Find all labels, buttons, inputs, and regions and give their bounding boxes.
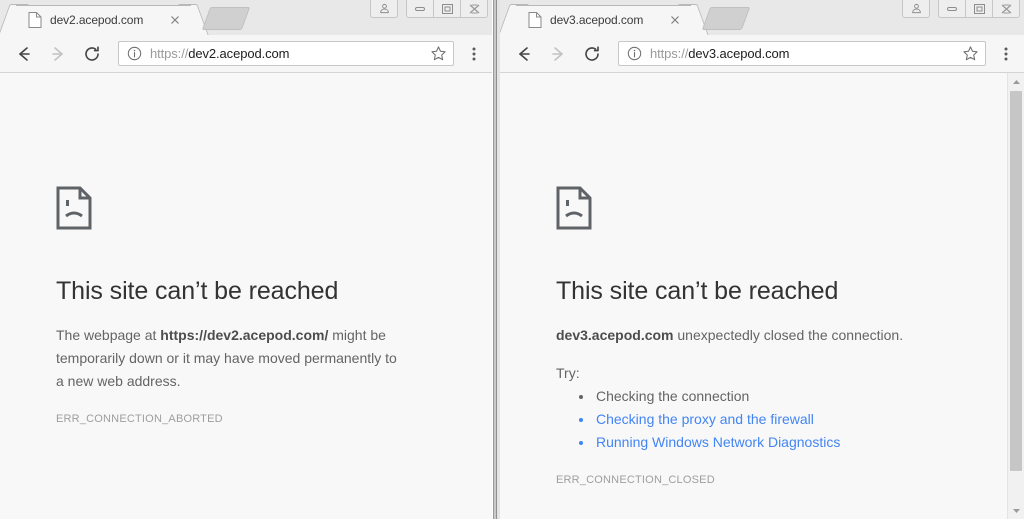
scroll-up-arrow-icon[interactable] <box>1008 73 1024 90</box>
window-controls-right <box>900 0 1020 20</box>
star-icon[interactable] <box>962 45 979 62</box>
sad-page-icon <box>556 186 592 230</box>
close-icon[interactable] <box>167 12 183 28</box>
info-circle-icon[interactable] <box>627 46 643 62</box>
close-window-icon[interactable] <box>992 0 1020 18</box>
tab-dev3[interactable]: dev3.acepod.com <box>516 5 691 35</box>
back-arrow-icon[interactable] <box>10 40 38 68</box>
error-body-url: https://dev2.acepod.com/ <box>160 327 329 343</box>
error-body-pre: The webpage at <box>56 327 161 343</box>
tab-title: dev2.acepod.com <box>50 13 144 27</box>
list-item[interactable]: Running Windows Network Diagnostics <box>594 431 930 454</box>
page-icon <box>28 12 42 28</box>
forward-arrow-icon <box>544 40 572 68</box>
error-title: This site can’t be reached <box>556 277 839 305</box>
forward-arrow-icon <box>44 40 72 68</box>
window-buttons-group <box>406 0 488 18</box>
toolbar-left: https://dev2.acepod.com <box>0 35 492 73</box>
error-code: ERR_CONNECTION_ABORTED <box>56 413 223 425</box>
scrollbar-thumb[interactable] <box>1010 91 1022 471</box>
window-controls-left <box>368 0 488 20</box>
maximize-icon[interactable] <box>433 0 461 18</box>
error-page-right: This site can’t be reached dev3.acepod.c… <box>500 73 930 486</box>
person-icon[interactable] <box>370 0 398 18</box>
url-host: dev3.acepod.com <box>688 46 790 61</box>
error-page-left: This site can’t be reached The webpage a… <box>0 73 400 425</box>
address-bar-text: https://dev3.acepod.com <box>650 46 956 61</box>
address-bar-text: https://dev2.acepod.com <box>150 46 424 61</box>
toolbar-right: https://dev3.acepod.com <box>500 35 1024 73</box>
tab-title: dev3.acepod.com <box>550 13 644 27</box>
three-dot-menu-icon[interactable] <box>460 40 488 68</box>
reload-icon[interactable] <box>578 40 606 68</box>
tab-strip-right: dev3.acepod.com <box>500 0 1024 35</box>
minimize-icon[interactable] <box>938 0 966 18</box>
error-body: dev3.acepod.com unexpectedly closed the … <box>556 324 930 347</box>
page-content-right: This site can’t be reached dev3.acepod.c… <box>500 73 1024 519</box>
suggestion-link[interactable]: Checking the proxy and the firewall <box>596 411 814 427</box>
error-body: The webpage at https://dev2.acepod.com/ … <box>56 324 400 393</box>
info-circle-icon[interactable] <box>127 46 143 62</box>
tab-strip-left: dev2.acepod.com <box>0 0 492 35</box>
url-scheme: https:// <box>650 46 689 61</box>
error-body-host: dev3.acepod.com <box>556 327 674 343</box>
error-code: ERR_CONNECTION_CLOSED <box>556 474 715 486</box>
window-divider <box>492 0 500 519</box>
url-host: dev2.acepod.com <box>188 46 290 61</box>
scroll-down-arrow-icon[interactable] <box>1008 502 1024 519</box>
error-title: This site can’t be reached <box>56 277 339 305</box>
reload-icon[interactable] <box>78 40 106 68</box>
new-tab-button[interactable] <box>701 7 751 30</box>
browser-window-right: dev3.acepod.com https://dev3.acepod.com … <box>500 0 1024 519</box>
window-buttons-group <box>938 0 1020 18</box>
minimize-icon[interactable] <box>406 0 434 18</box>
address-bar-left[interactable]: https://dev2.acepod.com <box>118 41 454 66</box>
page-content-left: This site can’t be reached The webpage a… <box>0 73 492 519</box>
new-tab-button[interactable] <box>201 7 251 30</box>
list-item: Checking the connection <box>594 385 930 408</box>
three-dot-menu-icon[interactable] <box>992 40 1020 68</box>
tab-top-border <box>516 5 691 6</box>
error-body-post: unexpectedly closed the connection. <box>673 327 904 343</box>
url-scheme: https:// <box>150 46 189 61</box>
star-icon[interactable] <box>430 45 447 62</box>
sad-page-icon <box>56 186 92 230</box>
suggestion-text: Checking the connection <box>596 388 750 404</box>
try-label: Try: <box>556 365 580 381</box>
page-icon <box>528 12 542 28</box>
suggestion-list: Checking the connection Checking the pro… <box>556 385 930 454</box>
tab-dev2[interactable]: dev2.acepod.com <box>16 5 191 35</box>
close-icon[interactable] <box>667 12 683 28</box>
page-scrollbar[interactable] <box>1007 73 1024 519</box>
list-item[interactable]: Checking the proxy and the firewall <box>594 408 930 431</box>
tab-top-border <box>16 5 191 6</box>
browser-window-left: dev2.acepod.com https://dev2.acepod.com … <box>0 0 492 519</box>
address-bar-right[interactable]: https://dev3.acepod.com <box>618 41 986 66</box>
screen-root: dev2.acepod.com https://dev2.acepod.com … <box>0 0 1024 519</box>
suggestion-link[interactable]: Running Windows Network Diagnostics <box>596 434 840 450</box>
close-window-icon[interactable] <box>460 0 488 18</box>
back-arrow-icon[interactable] <box>510 40 538 68</box>
maximize-icon[interactable] <box>965 0 993 18</box>
person-icon[interactable] <box>902 0 930 18</box>
